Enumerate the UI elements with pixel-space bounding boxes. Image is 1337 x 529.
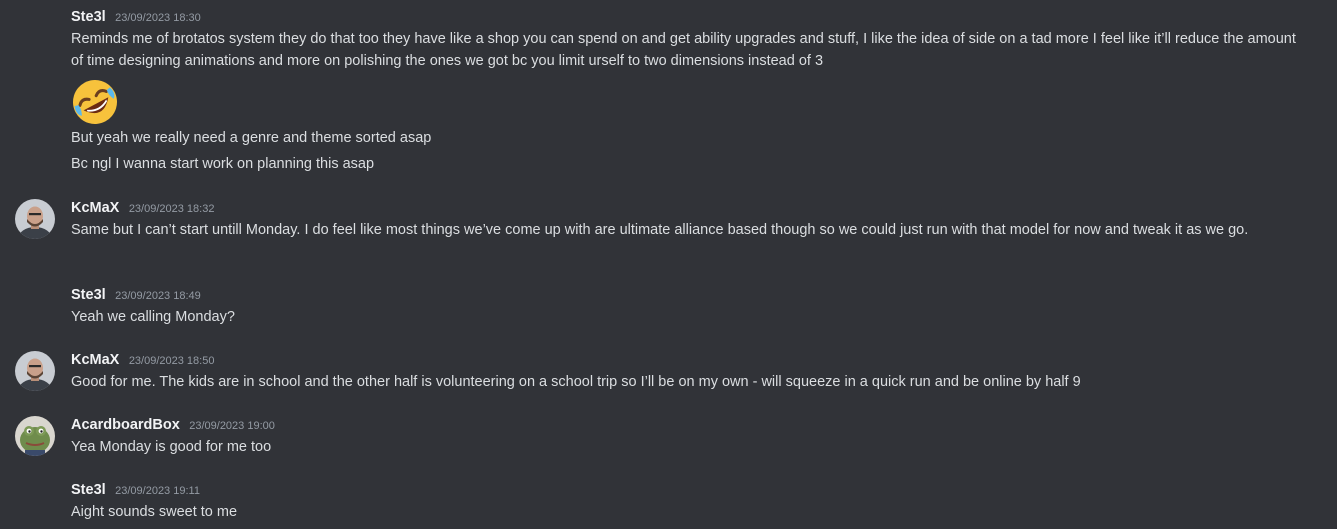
message-header: Ste3l 23/09/2023 18:30	[71, 8, 201, 26]
username[interactable]: AcardboardBox	[71, 417, 180, 433]
message-text: Same but I can’t start untill Monday. I …	[71, 222, 1249, 238]
message-text: But yeah we really need a genre and them…	[71, 130, 432, 146]
message-text: Yeah we calling Monday?	[71, 309, 235, 325]
username[interactable]: KcMaX	[71, 352, 119, 368]
timestamp[interactable]: 23/09/2023 19:00	[189, 420, 275, 432]
message-header: Ste3l 23/09/2023 18:49	[71, 286, 201, 304]
username[interactable]: Ste3l	[71, 9, 106, 25]
message-text: Good for me. The kids are in school and …	[71, 374, 1081, 390]
chat-message-list: Ste3l 23/09/2023 18:30 Reminds me of bro…	[0, 0, 1337, 529]
timestamp[interactable]: 23/09/2023 18:30	[115, 12, 201, 24]
message-header: Ste3l 23/09/2023 19:11	[71, 481, 200, 499]
message-header: KcMaX 23/09/2023 18:50	[71, 351, 214, 369]
username[interactable]: KcMaX	[71, 200, 119, 216]
timestamp[interactable]: 23/09/2023 18:49	[115, 290, 201, 302]
message-text: Aight sounds sweet to me	[71, 504, 238, 520]
message-text: Yea Monday is good for me too	[71, 439, 272, 455]
frog-avatar[interactable]	[15, 416, 55, 456]
message-header: AcardboardBox 23/09/2023 19:00	[71, 416, 275, 434]
message-header: KcMaX 23/09/2023 18:32	[71, 199, 214, 217]
timestamp[interactable]: 23/09/2023 18:32	[129, 203, 215, 215]
rolling-on-floor-laughing-emoji	[73, 80, 117, 124]
avatar[interactable]	[15, 351, 55, 391]
timestamp[interactable]: 23/09/2023 18:50	[129, 355, 215, 367]
timestamp[interactable]: 23/09/2023 19:11	[115, 485, 200, 497]
avatar[interactable]	[15, 199, 55, 239]
username[interactable]: Ste3l	[71, 482, 106, 498]
username[interactable]: Ste3l	[71, 287, 106, 303]
message-text: Bc ngl I wanna start work on planning th…	[71, 156, 375, 172]
message-text: Reminds me of brotatos system they do th…	[71, 31, 1296, 69]
